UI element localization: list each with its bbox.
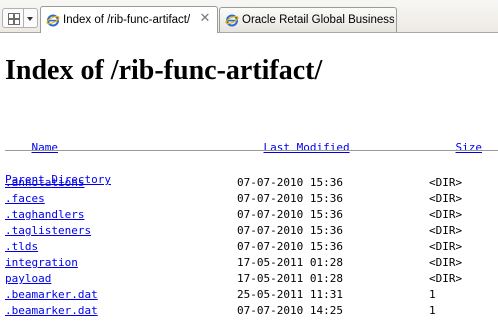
list-item: .faces 07-07-2010 15:36 <DIR> (5, 192, 498, 208)
sort-by-last-modified-link[interactable]: Last Modified (264, 141, 350, 154)
entry-name-link[interactable]: integration (5, 256, 78, 269)
list-item: .taglisteners 07-07-2010 15:36 <DIR> (5, 224, 498, 240)
quick-tabs-icon (8, 13, 20, 25)
entry-name-link[interactable]: .taghandlers (5, 208, 84, 221)
entry-name-link[interactable]: .faces (5, 192, 45, 205)
entry-last-modified: 07-07-2010 15:36 (237, 224, 343, 237)
list-item: .beamarker.dat 07-07-2010 14:25 1 (5, 304, 498, 320)
parent-directory-row: Parent Directory (5, 160, 498, 186)
entry-size: 1 (429, 304, 436, 317)
ie-page-icon (225, 14, 239, 27)
entry-size: <DIR> (429, 240, 463, 253)
entry-last-modified: 07-07-2010 15:36 (237, 176, 343, 189)
chevron-down-icon (27, 17, 33, 21)
entry-size: <DIR> (429, 208, 463, 221)
entry-size: <DIR> (429, 256, 463, 269)
list-item: .tlds 07-07-2010 15:36 <DIR> (5, 240, 498, 256)
entry-name-link[interactable]: .annotations (5, 176, 84, 189)
entry-last-modified: 17-05-2011 01:28 (237, 272, 343, 285)
list-item: payload 17-05-2011 01:28 <DIR> (5, 272, 498, 288)
list-item: .taghandlers 07-07-2010 15:36 <DIR> (5, 208, 498, 224)
entry-last-modified: 25-05-2011 11:31 (237, 288, 343, 301)
close-tab-icon[interactable]: ✕ (199, 11, 211, 24)
entry-size: <DIR> (429, 272, 463, 285)
entry-size: 1 (429, 288, 436, 301)
tab-index-of-rib-func-artifact[interactable]: Index of /rib-func-artifact/ ✕ (40, 6, 218, 33)
tab-list-button[interactable] (24, 8, 38, 28)
tab-title: Oracle Retail Global Business ... (242, 14, 394, 26)
entry-name-link[interactable]: .beamarker.dat (5, 304, 98, 317)
ie-page-icon (46, 14, 60, 27)
entry-last-modified: 17-05-2011 01:28 (237, 256, 343, 269)
entry-last-modified: 07-07-2010 15:36 (237, 208, 343, 221)
entry-name-link[interactable]: .taglisteners (5, 224, 91, 237)
entry-size: <DIR> (429, 192, 463, 205)
header-divider (5, 150, 498, 151)
entry-last-modified: 07-07-2010 15:36 (237, 240, 343, 253)
entry-size: <DIR> (429, 224, 463, 237)
list-item: .annotations 07-07-2010 15:36 <DIR> (5, 176, 498, 192)
list-item: integration 17-05-2011 01:28 <DIR> (5, 256, 498, 272)
entry-size: <DIR> (429, 176, 463, 189)
tab-oracle-retail-global-business[interactable]: Oracle Retail Global Business ... (219, 7, 397, 32)
entry-last-modified: 07-07-2010 14:25 (237, 304, 343, 317)
tab-title: Index of /rib-func-artifact/ (63, 14, 191, 26)
sort-by-name-link[interactable]: Name (32, 141, 59, 154)
list-item: .beamarker.dat 25-05-2011 11:31 1 (5, 288, 498, 304)
quick-tabs-button[interactable] (2, 8, 24, 28)
tab-bar: Index of /rib-func-artifact/ ✕ Oracle Re… (0, 0, 498, 33)
sort-by-size-link[interactable]: Size (456, 141, 483, 154)
entry-last-modified: 07-07-2010 15:36 (237, 192, 343, 205)
entry-name-link[interactable]: .tlds (5, 240, 38, 253)
page-title: Index of /rib-func-artifact/ (5, 55, 323, 86)
entry-name-link[interactable]: .beamarker.dat (5, 288, 98, 301)
entry-name-link[interactable]: payload (5, 272, 51, 285)
